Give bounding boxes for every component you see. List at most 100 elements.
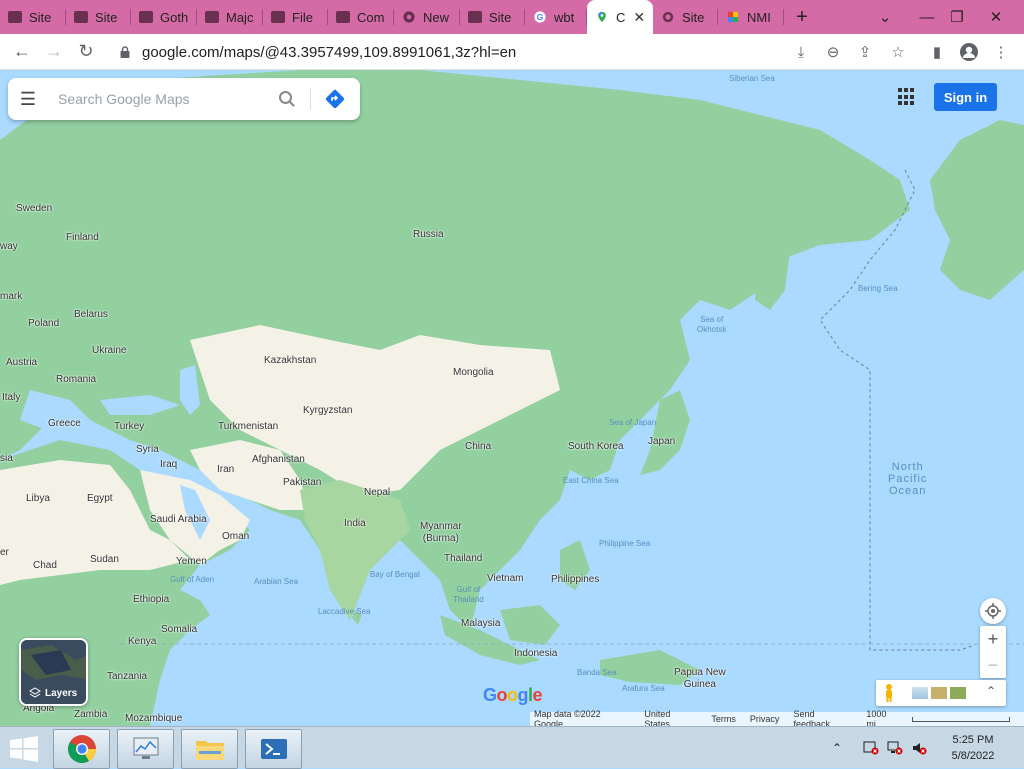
map-label: Vietnam xyxy=(487,573,524,584)
back-icon[interactable]: ← xyxy=(6,36,38,68)
map-canvas[interactable]: Russia Sweden Finland way mark Poland Be… xyxy=(0,70,1024,726)
terminal-icon xyxy=(260,739,287,759)
scale-bar xyxy=(911,716,1010,722)
zoom-out-button[interactable]: − xyxy=(988,652,999,678)
volume-muted-icon[interactable] xyxy=(910,727,928,769)
zoom-icon[interactable]: ⊖ xyxy=(821,40,845,64)
privacy-link[interactable]: Privacy xyxy=(750,714,780,724)
map-label: China xyxy=(465,441,492,452)
browser-tab[interactable]: Site xyxy=(460,0,525,34)
map-label: Turkmenistan xyxy=(218,421,279,432)
imagery-thumb[interactable] xyxy=(912,687,928,699)
folder-icon xyxy=(74,11,88,23)
map-label: Ethiopia xyxy=(133,594,170,605)
chrome-icon xyxy=(403,11,415,23)
windows-start-icon[interactable] xyxy=(8,735,40,763)
chrome-icon xyxy=(67,735,96,763)
google-logo: Google xyxy=(483,685,543,705)
zoom-controls: + − xyxy=(980,626,1006,678)
show-hidden-icons[interactable]: ⌃ xyxy=(830,727,844,769)
forward-icon[interactable]: → xyxy=(38,36,70,68)
map-label: Chad xyxy=(33,560,57,571)
directions-icon[interactable] xyxy=(324,88,346,110)
browser-tab[interactable]: Majc xyxy=(197,0,263,34)
taskbar-powershell[interactable] xyxy=(245,729,302,769)
pegman-icon[interactable] xyxy=(882,683,896,703)
reload-icon[interactable]: ↻ xyxy=(70,36,102,68)
action-center-icon[interactable] xyxy=(862,727,880,769)
folder-icon xyxy=(139,11,153,23)
my-location-icon[interactable] xyxy=(980,598,1006,624)
layers-icon xyxy=(29,687,41,698)
address-bar[interactable]: google.com/maps/@43.3957499,109.8991061,… xyxy=(110,37,780,67)
taskbar-chrome[interactable] xyxy=(53,729,110,769)
browser-tab[interactable]: New xyxy=(394,0,460,34)
ocean-label: North Pacific Ocean xyxy=(888,461,928,497)
scale-text[interactable]: 1000 mi xyxy=(866,709,897,726)
sea-label: Laccadive Sea xyxy=(318,607,371,616)
restore-icon[interactable]: ❐ xyxy=(942,0,972,34)
tab-label: C xyxy=(616,9,626,25)
new-tab-button[interactable]: + xyxy=(784,6,820,29)
taskbar-file-explorer[interactable] xyxy=(181,729,238,769)
browser-tab[interactable]: Site xyxy=(653,0,718,34)
feedback-link[interactable]: Send feedback xyxy=(793,709,852,726)
browser-tab[interactable]: File xyxy=(263,0,328,34)
browser-tab-active[interactable]: C ✕ xyxy=(587,0,653,34)
map-label: Egypt xyxy=(87,493,113,504)
imagery-thumb[interactable] xyxy=(931,687,947,699)
divider xyxy=(310,88,311,110)
map-label: sia xyxy=(0,453,13,464)
map-label: Zambia xyxy=(74,709,108,720)
close-window-icon[interactable]: ✕ xyxy=(976,0,1016,34)
sign-in-button[interactable]: Sign in xyxy=(934,83,997,111)
network-icon[interactable] xyxy=(886,727,904,769)
minimize-icon[interactable]: — xyxy=(912,0,942,34)
browser-tab[interactable]: Site xyxy=(0,0,66,34)
profile-icon[interactable] xyxy=(957,40,981,64)
map-label: Mongolia xyxy=(453,367,494,378)
layers-button[interactable]: Layers xyxy=(19,638,88,706)
lock-icon xyxy=(120,46,130,58)
browser-tab[interactable]: G wbt xyxy=(525,0,587,34)
side-panel-icon[interactable]: ▮ xyxy=(925,40,949,64)
bookmark-star-icon[interactable]: ☆ xyxy=(886,40,910,64)
map-label: Russia xyxy=(413,229,444,240)
browser-tab[interactable]: Site xyxy=(66,0,131,34)
browser-tab[interactable]: Goth xyxy=(131,0,197,34)
install-icon[interactable]: ⤓ xyxy=(789,40,813,64)
share-icon[interactable]: ⇪ xyxy=(853,40,877,64)
attribution-bar: Map data ©2022 Google United States Term… xyxy=(530,709,1024,726)
tab-label: Com xyxy=(357,9,385,25)
search-icon[interactable] xyxy=(276,88,298,110)
folder-icon xyxy=(8,11,22,23)
zoom-in-button[interactable]: + xyxy=(988,626,999,652)
menu-kebab-icon[interactable]: ⋮ xyxy=(989,40,1013,64)
map-label: Sweden xyxy=(16,203,53,214)
browser-tab[interactable]: NMI xyxy=(718,0,784,34)
taskbar-task-manager[interactable] xyxy=(117,729,174,769)
hamburger-menu-icon[interactable]: ☰ xyxy=(8,89,48,110)
close-tab-icon[interactable]: ✕ xyxy=(633,9,645,26)
map-label: Philippines xyxy=(551,574,600,585)
expand-chevron-icon[interactable]: ⌃ xyxy=(986,684,996,698)
tab-label: File xyxy=(292,9,313,25)
map-label: Pakistan xyxy=(283,477,322,488)
terms-link[interactable]: Terms xyxy=(711,714,736,724)
sea-label: East China Sea xyxy=(563,476,619,485)
map-label: Kyrgyzstan xyxy=(303,405,353,416)
browser-tab[interactable]: Com xyxy=(328,0,394,34)
google-apps-icon[interactable] xyxy=(898,88,916,106)
imagery-thumb[interactable] xyxy=(950,687,966,699)
map-label: Kenya xyxy=(128,636,157,647)
map-label: Mozambique xyxy=(125,713,183,724)
region-link[interactable]: United States xyxy=(644,709,697,726)
search-input[interactable] xyxy=(58,91,258,107)
clock[interactable]: 5:25 PM 5/8/2022 xyxy=(938,732,1008,764)
search-box: ☰ xyxy=(8,78,360,120)
folder-icon xyxy=(205,11,219,23)
tab-label: New xyxy=(423,9,450,25)
map-label: Japan xyxy=(648,436,676,447)
sea-label: Sea of Okhotsk xyxy=(697,315,727,334)
tab-search-icon[interactable]: ⌄ xyxy=(870,0,900,34)
